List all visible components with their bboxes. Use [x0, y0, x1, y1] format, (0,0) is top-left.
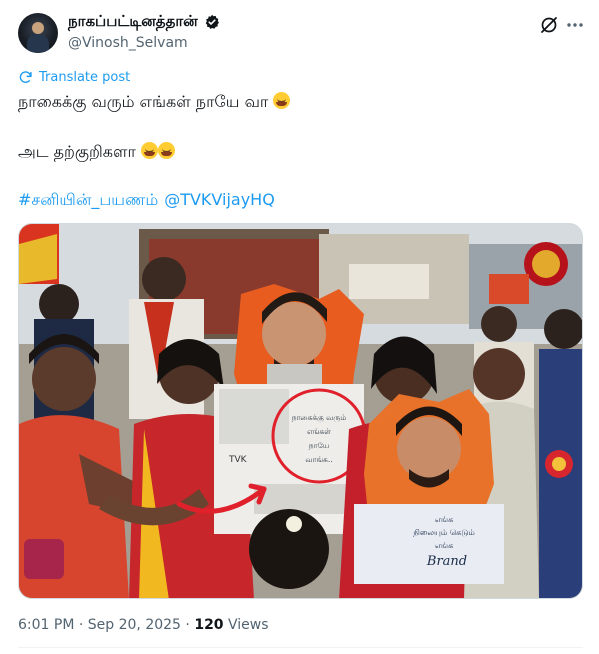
tweet-card: நாகப்பட்டினத்தான் @Vinosh_Selvam Transla… [0, 0, 599, 654]
sign-center-line-4: வாங்க.. [305, 455, 332, 464]
sign-center-line-1: நாகைக்கு வரும் [292, 413, 347, 423]
post-date[interactable]: Sep 20, 2025 [88, 617, 181, 633]
translate-post-label: Translate post [39, 70, 131, 85]
rofl-emoji-icon [157, 142, 175, 159]
post-text-line-1: நாகைக்கு வரும் எங்கள் நாயே வா [18, 92, 291, 113]
sign-center-line-3: நாயே [309, 441, 330, 450]
grok-icon[interactable] [538, 14, 560, 36]
post-text-1: நாகைக்கு வரும் எங்கள் நாயே வா [18, 92, 269, 111]
verified-icon [205, 14, 219, 29]
meta-separator: · [185, 617, 190, 633]
post-tags: #சனியின்_பயணம் @TVKVijayHQ [18, 190, 281, 211]
hashtag-link[interactable]: #சனியின்_பயணம் [18, 190, 158, 209]
sign-right-line-2: நிலையும் கெடும் [413, 528, 475, 537]
mention-link[interactable]: @TVKVijayHQ [164, 190, 275, 209]
author-avatar[interactable] [18, 13, 58, 53]
post-time[interactable]: 6:01 PM [18, 617, 74, 633]
post-text-line-2: அட தற்குறிகளா [18, 142, 175, 163]
sign-right-line-3: எங்க [435, 541, 453, 550]
rofl-emoji-icon [273, 92, 291, 109]
divider [18, 647, 583, 648]
meta-separator: · [78, 617, 84, 633]
more-icon[interactable] [564, 14, 586, 36]
author-name-row: நாகப்பட்டினத்தான் [68, 12, 220, 32]
author-display-name[interactable]: நாகப்பட்டினத்தான் [68, 12, 198, 32]
post-image[interactable]: TVK நாகைக்கு வரும் எங்கள் நாயே வாங்க.. எ… [18, 223, 583, 599]
sign-right-line-1: எங்க [435, 515, 453, 524]
rofl-emoji-icon [140, 142, 158, 159]
author-handle[interactable]: @Vinosh_Selvam [68, 35, 188, 51]
sign-tvk-label: TVK [228, 455, 248, 465]
views-count: 120 [194, 617, 224, 633]
sign-center-line-2: எங்கள் [307, 427, 332, 436]
views-label: Views [228, 617, 269, 633]
post-meta: 6:01 PM · Sep 20, 2025 · 120 Views [18, 617, 269, 633]
translate-post-link[interactable]: Translate post [18, 70, 130, 85]
post-text-2: அட தற்குறிகளா [18, 142, 136, 161]
translate-icon [19, 71, 32, 83]
sign-right-line-4: Brand [426, 554, 467, 569]
